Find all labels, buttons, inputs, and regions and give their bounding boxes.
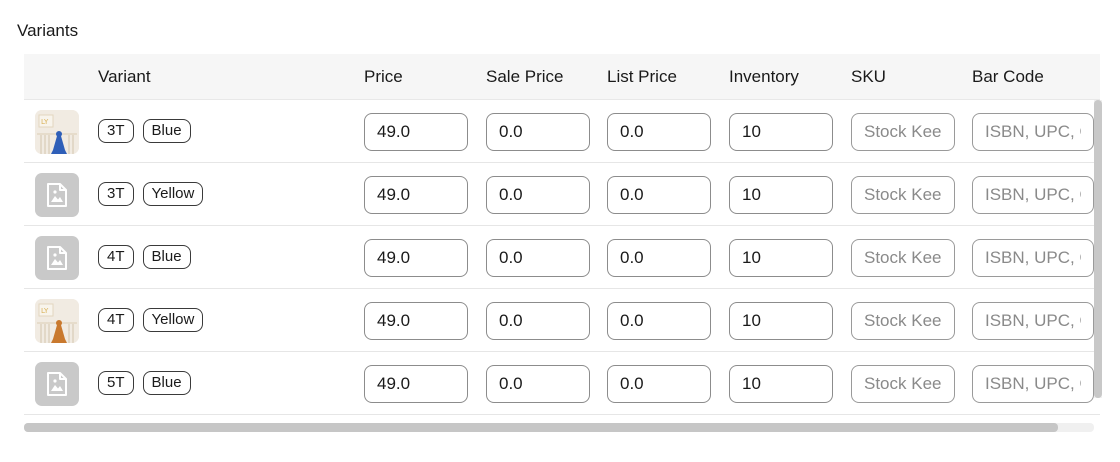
header-sku: SKU bbox=[851, 67, 886, 86]
list-price-input[interactable] bbox=[607, 176, 711, 214]
price-input[interactable] bbox=[364, 239, 468, 277]
list-price-input[interactable] bbox=[607, 239, 711, 277]
header-price: Price bbox=[364, 67, 403, 86]
vertical-scrollbar-thumb[interactable] bbox=[1094, 100, 1102, 398]
sale-price-input[interactable] bbox=[486, 365, 590, 403]
barcode-input[interactable] bbox=[972, 176, 1094, 214]
color-chip: Blue bbox=[142, 371, 191, 395]
image-placeholder-icon[interactable] bbox=[35, 173, 79, 217]
header-bar-code: Bar Code bbox=[972, 67, 1044, 86]
list-price-input[interactable] bbox=[607, 365, 711, 403]
size-chip: 3T bbox=[98, 182, 134, 206]
svg-text:LY: LY bbox=[41, 307, 49, 315]
sku-input[interactable] bbox=[851, 239, 955, 277]
header-list-price: List Price bbox=[607, 67, 677, 86]
sale-price-input[interactable] bbox=[486, 113, 590, 151]
list-price-input[interactable] bbox=[607, 302, 711, 340]
svg-text:LY: LY bbox=[41, 118, 49, 126]
inventory-input[interactable] bbox=[729, 176, 833, 214]
sku-input[interactable] bbox=[851, 302, 955, 340]
sku-input[interactable] bbox=[851, 365, 955, 403]
inventory-input[interactable] bbox=[729, 239, 833, 277]
sale-price-input[interactable] bbox=[486, 302, 590, 340]
table-row: LY 4T Yellow bbox=[24, 289, 1100, 352]
color-chip: Yellow bbox=[142, 308, 204, 332]
price-input[interactable] bbox=[364, 365, 468, 403]
header-sale-price: Sale Price bbox=[486, 67, 564, 86]
color-chip: Blue bbox=[142, 245, 191, 269]
variant-options: 4T Blue bbox=[98, 245, 191, 269]
image-placeholder-icon[interactable] bbox=[35, 236, 79, 280]
sale-price-input[interactable] bbox=[486, 176, 590, 214]
sale-price-input[interactable] bbox=[486, 239, 590, 277]
size-chip: 4T bbox=[98, 245, 134, 269]
inventory-input[interactable] bbox=[729, 302, 833, 340]
size-chip: 5T bbox=[98, 371, 134, 395]
header-variant: Variant bbox=[98, 67, 151, 86]
table-row: 4T Blue bbox=[24, 226, 1100, 289]
barcode-input[interactable] bbox=[972, 239, 1094, 277]
barcode-input[interactable] bbox=[972, 365, 1094, 403]
size-chip: 4T bbox=[98, 308, 134, 332]
variant-options: 3T Yellow bbox=[98, 182, 204, 206]
barcode-input[interactable] bbox=[972, 302, 1094, 340]
variant-options: 4T Yellow bbox=[98, 308, 204, 332]
inventory-input[interactable] bbox=[729, 113, 833, 151]
price-input[interactable] bbox=[364, 302, 468, 340]
variant-options: 5T Blue bbox=[98, 371, 191, 395]
price-input[interactable] bbox=[364, 176, 468, 214]
size-chip: 3T bbox=[98, 119, 134, 143]
table-row: 3T Yellow bbox=[24, 163, 1100, 226]
variant-image[interactable]: LY bbox=[35, 299, 79, 343]
table-row: LY 3T Blue bbox=[24, 100, 1100, 163]
table-row: 5T Blue bbox=[24, 352, 1100, 415]
variant-image[interactable]: LY bbox=[35, 110, 79, 154]
horizontal-scrollbar-thumb[interactable] bbox=[24, 423, 1058, 432]
list-price-input[interactable] bbox=[607, 113, 711, 151]
barcode-input[interactable] bbox=[972, 113, 1094, 151]
sku-input[interactable] bbox=[851, 176, 955, 214]
table-header: Variant Price Sale Price List Price Inve… bbox=[24, 54, 1100, 100]
sku-input[interactable] bbox=[851, 113, 955, 151]
color-chip: Yellow bbox=[142, 182, 204, 206]
section-title: Variants bbox=[17, 21, 79, 40]
image-placeholder-icon[interactable] bbox=[35, 362, 79, 406]
variants-table: Variant Price Sale Price List Price Inve… bbox=[24, 54, 1100, 416]
variant-options: 3T Blue bbox=[98, 119, 191, 143]
color-chip: Blue bbox=[142, 119, 191, 143]
header-inventory: Inventory bbox=[729, 67, 799, 86]
inventory-input[interactable] bbox=[729, 365, 833, 403]
price-input[interactable] bbox=[364, 113, 468, 151]
